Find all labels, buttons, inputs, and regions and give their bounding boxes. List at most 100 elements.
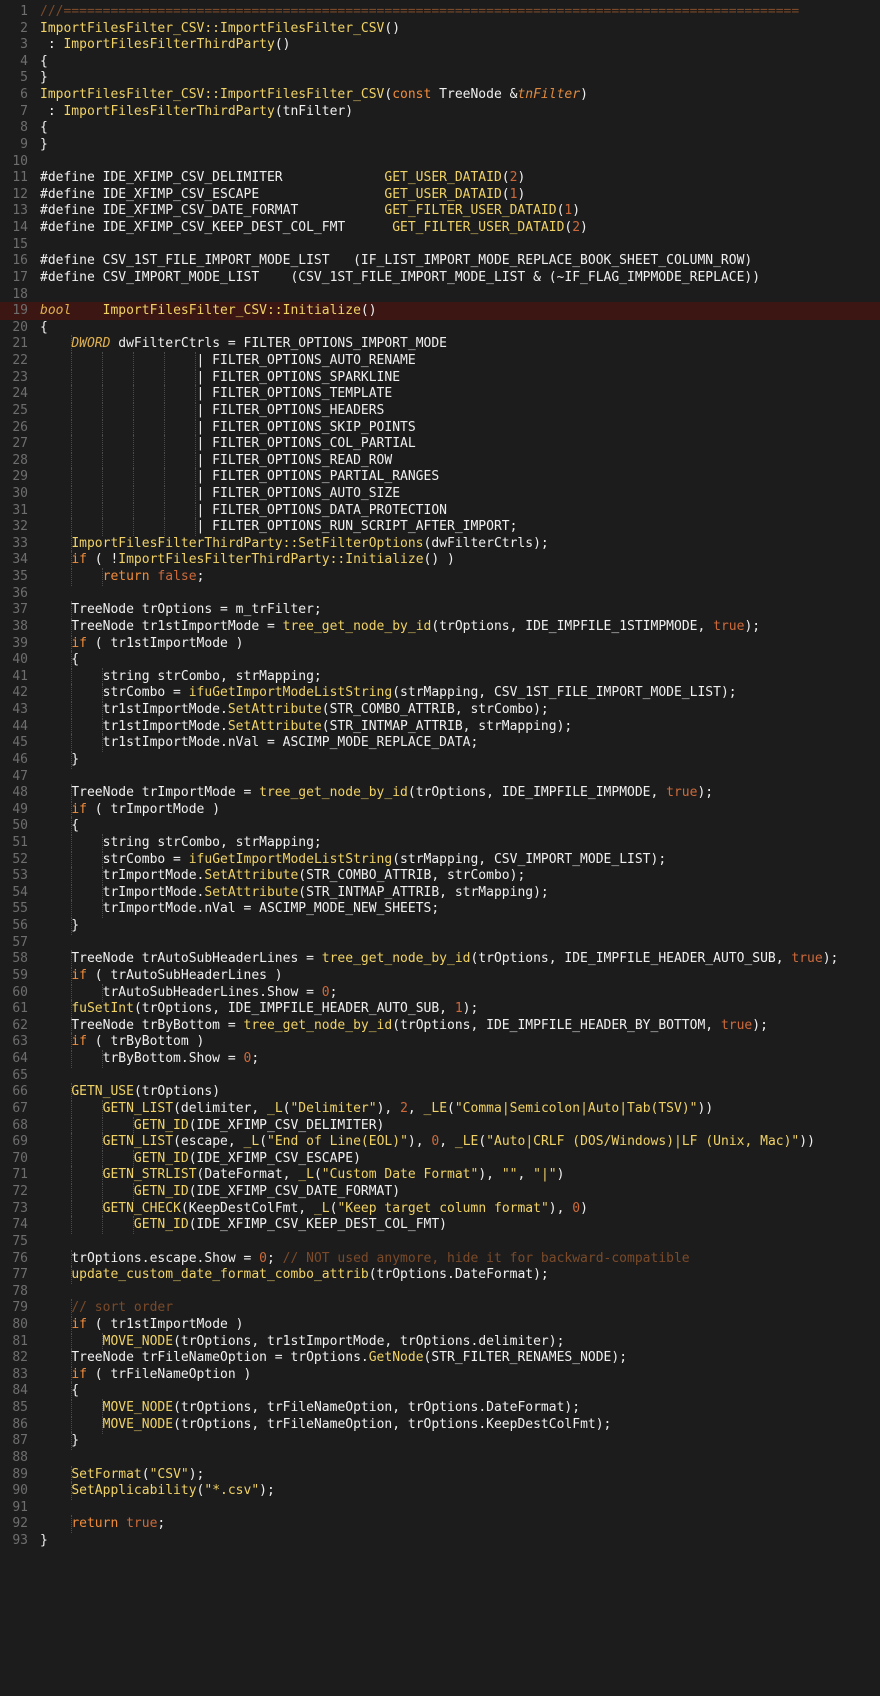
code-line[interactable]: 18 — [0, 286, 880, 304]
line-number: 22 — [12, 353, 28, 369]
code-token: { — [40, 1383, 80, 1399]
code-line[interactable]: 8{ — [0, 119, 880, 137]
code-line[interactable]: 40 { — [0, 651, 880, 670]
code-line[interactable]: 32 | FILTER_OPTIONS_RUN_SCRIPT_AFTER_IMP… — [0, 518, 880, 537]
code-line[interactable]: 21 DWORD dwFilterCtrls = FILTER_OPTIONS_… — [0, 335, 880, 354]
code-line[interactable]: 87 } — [0, 1432, 880, 1451]
code-line[interactable]: 9} — [0, 136, 880, 154]
code-line[interactable]: 17 #define CSV_IMPORT_MODE_LIST (CSV_1ST_… — [0, 269, 880, 287]
code-line[interactable]: 81 MOVE_NODE(trOptions, tr1stImportMode,… — [0, 1332, 880, 1351]
code-line[interactable]: 23 | FILTER_OPTIONS_SPARKLINE — [0, 368, 880, 387]
code-line[interactable]: 26 | FILTER_OPTIONS_SKIP_POINTS — [0, 418, 880, 437]
code-line[interactable]: 60 trAutoSubHeaderLines.Show = 0; — [0, 983, 880, 1002]
code-line[interactable]: 90 SetApplicability("*.csv"); — [0, 1482, 880, 1501]
code-line[interactable]: 28 | FILTER_OPTIONS_READ_ROW — [0, 451, 880, 470]
code-line[interactable]: 79 // sort order — [0, 1299, 880, 1318]
code-line[interactable]: 66 GETN_USE(trOptions) — [0, 1083, 880, 1102]
code-line[interactable]: 75 — [0, 1233, 880, 1251]
code-line[interactable]: 19 bool ImportFilesFilter_CSV::Initialize… — [0, 302, 880, 321]
code-line[interactable]: 27 | FILTER_OPTIONS_COL_PARTIAL — [0, 435, 880, 454]
code-line[interactable]: 48 TreeNode trImportMode = tree_get_node… — [0, 784, 880, 803]
code-line[interactable]: 35 return false; — [0, 568, 880, 587]
code-line[interactable]: 30 | FILTER_OPTIONS_AUTO_SIZE — [0, 484, 880, 503]
code-line[interactable]: 89 SetFormat("CSV"); — [0, 1465, 880, 1484]
code-line[interactable]: 58 TreeNode trAutoSubHeaderLines = tree_… — [0, 950, 880, 969]
code-line[interactable]: 93} — [0, 1532, 880, 1550]
code-line[interactable]: 86 MOVE_NODE(trOptions, trFileNameOption… — [0, 1415, 880, 1434]
code-line[interactable]: 38 TreeNode tr1stImportMode = tree_get_n… — [0, 617, 880, 636]
code-line[interactable]: 1 ///====================================… — [0, 3, 880, 21]
code-line[interactable]: 91 — [0, 1499, 880, 1517]
code-line[interactable]: 41 string strCombo, strMapping; — [0, 667, 880, 686]
code-line[interactable]: 73 GETN_CHECK(KeepDestColFmt, _L("Keep t… — [0, 1199, 880, 1218]
code-line[interactable]: 12 #define IDE_XFIMP_CSV_ESCAPE GET_USER_… — [0, 186, 880, 204]
code-line[interactable]: 31 | FILTER_OPTIONS_DATA_PROTECTION — [0, 501, 880, 520]
code-line[interactable]: 76 trOptions.escape.Show = 0; // NOT use… — [0, 1249, 880, 1268]
code-line[interactable]: 53 trImportMode.SetAttribute(STR_COMBO_A… — [0, 867, 880, 886]
code-line[interactable]: 7 : ImportFilesFilterThirdParty(tnFilter… — [0, 103, 880, 121]
code-line[interactable]: 83 if ( trFileNameOption ) — [0, 1365, 880, 1384]
code-line[interactable]: 13 #define IDE_XFIMP_CSV_DATE_FORMAT GET_… — [0, 202, 880, 220]
code-line[interactable]: 34 if ( !ImportFilesFilterThirdParty::In… — [0, 551, 880, 570]
code-line[interactable]: 44 tr1stImportMode.SetAttribute(STR_INTM… — [0, 717, 880, 736]
code-line[interactable]: 69 GETN_LIST(escape, _L("End of Line(EOL… — [0, 1133, 880, 1152]
code-line[interactable]: 14 #define IDE_XFIMP_CSV_KEEP_DEST_COL_FM… — [0, 219, 880, 237]
code-line[interactable]: 64 trByBottom.Show = 0; — [0, 1050, 880, 1069]
code-line[interactable]: 55 trImportMode.nVal = ASCIMP_MODE_NEW_S… — [0, 900, 880, 919]
code-line[interactable]: 2 ImportFilesFilter_CSV::ImportFilesFilte… — [0, 20, 880, 38]
code-line[interactable]: 3 : ImportFilesFilterThirdParty() — [0, 36, 880, 54]
code-line[interactable]: 82 TreeNode trFileNameOption = trOptions… — [0, 1349, 880, 1368]
code-line[interactable]: 77 update_custom_date_format_combo_attri… — [0, 1266, 880, 1285]
code-line[interactable]: 50 { — [0, 817, 880, 836]
code-line[interactable]: 47 — [0, 768, 880, 786]
code-line[interactable]: 36 — [0, 585, 880, 603]
code-line[interactable]: 54 trImportMode.SetAttribute(STR_INTMAP_… — [0, 883, 880, 902]
code-line[interactable]: 68 GETN_ID(IDE_XFIMP_CSV_DELIMITER) — [0, 1116, 880, 1135]
code-line[interactable]: 62 TreeNode trByBottom = tree_get_node_b… — [0, 1016, 880, 1035]
code-line[interactable]: 80 if ( tr1stImportMode ) — [0, 1315, 880, 1334]
code-line[interactable]: 33 ImportFilesFilterThirdParty::SetFilte… — [0, 534, 880, 553]
code-line[interactable]: 67 GETN_LIST(delimiter, _L ("Delimiter"),… — [0, 1099, 880, 1118]
code-line[interactable]: 52 strCombo = ifuGetImportModeListString… — [0, 850, 880, 869]
code-line[interactable]: 4{ — [0, 53, 880, 71]
code-line[interactable]: 15 — [0, 236, 880, 254]
code-line[interactable]: 78 — [0, 1283, 880, 1301]
code-line[interactable]: 71 GETN_STRLIST(DateFormat, _L("Custom D… — [0, 1166, 880, 1185]
code-line[interactable]: 85 MOVE_NODE(trOptions, trFileNameOption… — [0, 1399, 880, 1418]
code-token: { — [40, 652, 80, 668]
code-line[interactable]: 72 GETN_ID(IDE_XFIMP_CSV_DATE_FORMAT) — [0, 1183, 880, 1202]
code-line[interactable]: 63 if ( trByBottom ) — [0, 1033, 880, 1052]
code-line[interactable]: 59 if ( trAutoSubHeaderLines ) — [0, 966, 880, 985]
code-line[interactable]: 29 | FILTER_OPTIONS_PARTIAL_RANGES — [0, 468, 880, 487]
code-line[interactable]: 92 return true; — [0, 1515, 880, 1534]
code-line[interactable]: 46 } — [0, 750, 880, 769]
code-line[interactable]: 20 { — [0, 319, 880, 337]
code-line[interactable]: 57 — [0, 934, 880, 952]
code-line[interactable]: 5} — [0, 69, 880, 87]
code-editor[interactable]: 1 ///====================================… — [0, 0, 880, 1696]
code-line[interactable]: 24 | FILTER_OPTIONS_TEMPLATE — [0, 385, 880, 404]
code-line[interactable]: 65 — [0, 1067, 880, 1085]
code-line[interactable]: 37 TreeNode trOptions = m_trFilter; — [0, 601, 880, 620]
code-line[interactable]: 70 GETN_ID(IDE_XFIMP_CSV_ESCAPE) — [0, 1149, 880, 1168]
indent-guide — [71, 684, 72, 703]
code-line[interactable]: 84 { — [0, 1382, 880, 1401]
code-line[interactable]: 45 tr1stImportMode.nVal = ASCIMP_MODE_RE… — [0, 734, 880, 753]
code-line[interactable]: 43 tr1stImportMode.SetAttribute(STR_COMB… — [0, 701, 880, 720]
code-line[interactable]: 56 } — [0, 917, 880, 936]
code-line[interactable]: 39 if ( tr1stImportMode ) — [0, 634, 880, 653]
indent-guide — [71, 617, 72, 636]
code-line[interactable]: 74 GETN_ID(IDE_XFIMP_CSV_KEEP_DEST_COL_F… — [0, 1216, 880, 1235]
code-line[interactable]: 11 #define IDE_XFIMP_CSV_DELIMITER GET_US… — [0, 169, 880, 187]
code-line[interactable]: 6 ImportFilesFilter_CSV::ImportFilesFilte… — [0, 86, 880, 104]
code-line[interactable]: 42 strCombo = ifuGetImportModeListString… — [0, 684, 880, 703]
code-token: "Keep target column format" — [337, 1200, 549, 1216]
code-line[interactable]: 10 — [0, 153, 880, 171]
code-line[interactable]: 61 fuSetInt(trOptions, IDE_IMPFILE_HEADE… — [0, 1000, 880, 1019]
code-line[interactable]: 22 | FILTER_OPTIONS_AUTO_RENAME — [0, 352, 880, 371]
code-line[interactable]: 16 #define CSV_1ST_FILE_IMPORT_MODE_LIST … — [0, 252, 880, 270]
code-line[interactable]: 25 | FILTER_OPTIONS_HEADERS — [0, 401, 880, 420]
code-line[interactable]: 88 — [0, 1449, 880, 1467]
code-line[interactable]: 51 string strCombo, strMapping; — [0, 834, 880, 852]
code-line[interactable]: 49 if ( trImportMode ) — [0, 800, 880, 819]
